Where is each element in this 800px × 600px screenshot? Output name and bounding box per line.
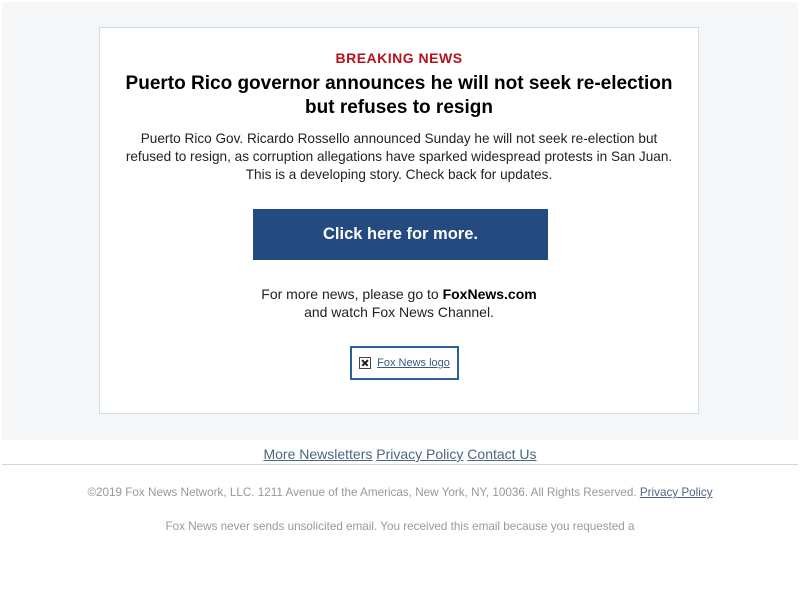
summary-line-2: refused to resign, as corruption allegat… — [125, 149, 673, 164]
broken-image-icon — [359, 357, 372, 369]
copyright-notice: ©2019 Fox News Network, LLC. 1211 Avenue… — [87, 486, 637, 499]
copyright-privacy-policy-link[interactable]: Privacy Policy — [640, 486, 713, 499]
copyright-text: ©2019 Fox News Network, LLC. 1211 Avenue… — [0, 486, 800, 499]
summary-line-1: Puerto Rico Gov. Ricardo Rossello announ… — [140, 131, 658, 146]
footer-divider — [2, 464, 798, 465]
headline: Puerto Rico governor announces he will n… — [120, 72, 678, 120]
more-newsletters-link[interactable]: More Newsletters — [263, 446, 372, 462]
breaking-news-label: BREAKING NEWS — [335, 50, 463, 66]
headline-line-1: Puerto Rico governor announces he will n… — [125, 73, 673, 94]
email-page: BREAKING NEWS Puerto Rico governor annou… — [0, 0, 800, 600]
story-summary: Puerto Rico Gov. Ricardo Rossello announ… — [112, 130, 686, 184]
more-news-text: For more news, please go to FoxNews.com … — [100, 285, 698, 321]
privacy-policy-link[interactable]: Privacy Policy — [376, 446, 463, 462]
more-news-prefix: For more news, please go to — [261, 286, 439, 302]
more-news-suffix: and watch Fox News Channel. — [304, 304, 494, 320]
contact-us-link[interactable]: Contact Us — [467, 446, 536, 462]
click-for-more-button[interactable]: Click here for more. — [253, 209, 548, 260]
breaking-news-card: BREAKING NEWS Puerto Rico governor annou… — [99, 27, 699, 414]
foxnews-link[interactable]: FoxNews.com — [443, 286, 537, 302]
unsolicited-email-disclaimer: Fox News never sends unsolicited email. … — [165, 520, 635, 533]
summary-line-3: This is a developing story. Check back f… — [245, 167, 553, 182]
footer-links: More Newsletters Privacy Policy Contact … — [0, 446, 800, 462]
fox-news-logo-link[interactable]: Fox News logo — [350, 346, 459, 380]
fox-news-logo-alt-text: Fox News logo — [377, 357, 450, 369]
headline-line-2: but refuses to resign — [305, 97, 493, 118]
